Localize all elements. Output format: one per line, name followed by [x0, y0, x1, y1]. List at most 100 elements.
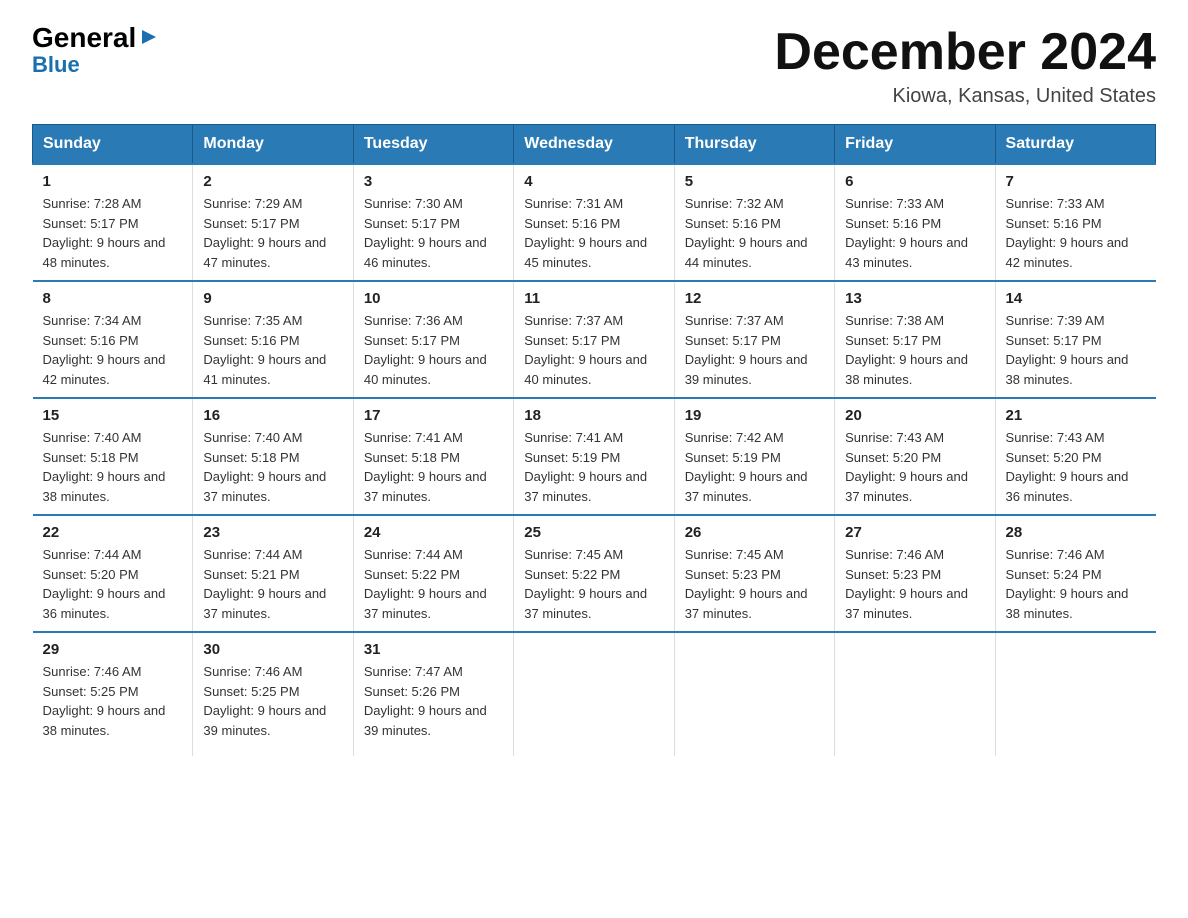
calendar-cell: 14 Sunrise: 7:39 AM Sunset: 5:17 PM Dayl…: [995, 281, 1155, 398]
calendar-cell: 29 Sunrise: 7:46 AM Sunset: 5:25 PM Dayl…: [33, 632, 193, 756]
day-info: Sunrise: 7:40 AM Sunset: 5:18 PM Dayligh…: [43, 428, 183, 506]
day-info: Sunrise: 7:33 AM Sunset: 5:16 PM Dayligh…: [845, 194, 984, 272]
day-info: Sunrise: 7:28 AM Sunset: 5:17 PM Dayligh…: [43, 194, 183, 272]
header-friday: Friday: [835, 125, 995, 165]
calendar-cell: 16 Sunrise: 7:40 AM Sunset: 5:18 PM Dayl…: [193, 398, 353, 515]
title-section: December 2024 Kiowa, Kansas, United Stat…: [774, 24, 1156, 108]
day-number: 15: [43, 407, 183, 424]
calendar-cell: 21 Sunrise: 7:43 AM Sunset: 5:20 PM Dayl…: [995, 398, 1155, 515]
day-number: 5: [685, 173, 824, 190]
day-info: Sunrise: 7:34 AM Sunset: 5:16 PM Dayligh…: [43, 311, 183, 389]
calendar-cell: 26 Sunrise: 7:45 AM Sunset: 5:23 PM Dayl…: [674, 515, 834, 632]
day-info: Sunrise: 7:30 AM Sunset: 5:17 PM Dayligh…: [364, 194, 503, 272]
calendar-cell: 19 Sunrise: 7:42 AM Sunset: 5:19 PM Dayl…: [674, 398, 834, 515]
calendar-body: 1 Sunrise: 7:28 AM Sunset: 5:17 PM Dayli…: [33, 164, 1156, 756]
day-number: 16: [203, 407, 342, 424]
day-info: Sunrise: 7:44 AM Sunset: 5:22 PM Dayligh…: [364, 545, 503, 623]
header-wednesday: Wednesday: [514, 125, 674, 165]
day-number: 18: [524, 407, 663, 424]
day-number: 2: [203, 173, 342, 190]
day-info: Sunrise: 7:45 AM Sunset: 5:23 PM Dayligh…: [685, 545, 824, 623]
calendar-cell: 4 Sunrise: 7:31 AM Sunset: 5:16 PM Dayli…: [514, 164, 674, 281]
day-info: Sunrise: 7:38 AM Sunset: 5:17 PM Dayligh…: [845, 311, 984, 389]
header-thursday: Thursday: [674, 125, 834, 165]
day-number: 19: [685, 407, 824, 424]
calendar-cell: 8 Sunrise: 7:34 AM Sunset: 5:16 PM Dayli…: [33, 281, 193, 398]
calendar-cell: [995, 632, 1155, 756]
calendar-cell: 11 Sunrise: 7:37 AM Sunset: 5:17 PM Dayl…: [514, 281, 674, 398]
calendar-cell: 30 Sunrise: 7:46 AM Sunset: 5:25 PM Dayl…: [193, 632, 353, 756]
calendar-cell: 22 Sunrise: 7:44 AM Sunset: 5:20 PM Dayl…: [33, 515, 193, 632]
day-number: 28: [1006, 524, 1146, 541]
calendar-cell: 13 Sunrise: 7:38 AM Sunset: 5:17 PM Dayl…: [835, 281, 995, 398]
calendar-cell: 7 Sunrise: 7:33 AM Sunset: 5:16 PM Dayli…: [995, 164, 1155, 281]
calendar-week-4: 22 Sunrise: 7:44 AM Sunset: 5:20 PM Dayl…: [33, 515, 1156, 632]
calendar-cell: 18 Sunrise: 7:41 AM Sunset: 5:19 PM Dayl…: [514, 398, 674, 515]
day-info: Sunrise: 7:39 AM Sunset: 5:17 PM Dayligh…: [1006, 311, 1146, 389]
day-info: Sunrise: 7:45 AM Sunset: 5:22 PM Dayligh…: [524, 545, 663, 623]
calendar-title: December 2024: [774, 24, 1156, 81]
day-number: 7: [1006, 173, 1146, 190]
day-info: Sunrise: 7:46 AM Sunset: 5:25 PM Dayligh…: [43, 662, 183, 740]
day-number: 25: [524, 524, 663, 541]
calendar-week-2: 8 Sunrise: 7:34 AM Sunset: 5:16 PM Dayli…: [33, 281, 1156, 398]
calendar-cell: [514, 632, 674, 756]
day-number: 17: [364, 407, 503, 424]
day-number: 29: [43, 641, 183, 658]
header-row: Sunday Monday Tuesday Wednesday Thursday…: [33, 125, 1156, 165]
day-number: 12: [685, 290, 824, 307]
day-info: Sunrise: 7:47 AM Sunset: 5:26 PM Dayligh…: [364, 662, 503, 740]
day-number: 8: [43, 290, 183, 307]
header-monday: Monday: [193, 125, 353, 165]
day-info: Sunrise: 7:31 AM Sunset: 5:16 PM Dayligh…: [524, 194, 663, 272]
day-number: 9: [203, 290, 342, 307]
day-number: 23: [203, 524, 342, 541]
day-info: Sunrise: 7:41 AM Sunset: 5:19 PM Dayligh…: [524, 428, 663, 506]
calendar-cell: 17 Sunrise: 7:41 AM Sunset: 5:18 PM Dayl…: [353, 398, 513, 515]
day-info: Sunrise: 7:37 AM Sunset: 5:17 PM Dayligh…: [524, 311, 663, 389]
header-sunday: Sunday: [33, 125, 193, 165]
calendar-cell: 9 Sunrise: 7:35 AM Sunset: 5:16 PM Dayli…: [193, 281, 353, 398]
day-number: 4: [524, 173, 663, 190]
calendar-cell: 5 Sunrise: 7:32 AM Sunset: 5:16 PM Dayli…: [674, 164, 834, 281]
calendar-week-3: 15 Sunrise: 7:40 AM Sunset: 5:18 PM Dayl…: [33, 398, 1156, 515]
logo-text-blue: Blue: [32, 52, 80, 78]
logo-arrow-icon: [138, 26, 160, 48]
logo: General Blue: [32, 24, 160, 78]
day-info: Sunrise: 7:42 AM Sunset: 5:19 PM Dayligh…: [685, 428, 824, 506]
day-info: Sunrise: 7:46 AM Sunset: 5:23 PM Dayligh…: [845, 545, 984, 623]
day-info: Sunrise: 7:33 AM Sunset: 5:16 PM Dayligh…: [1006, 194, 1146, 272]
day-number: 27: [845, 524, 984, 541]
calendar-cell: 15 Sunrise: 7:40 AM Sunset: 5:18 PM Dayl…: [33, 398, 193, 515]
header-tuesday: Tuesday: [353, 125, 513, 165]
day-number: 22: [43, 524, 183, 541]
day-number: 24: [364, 524, 503, 541]
calendar-cell: 1 Sunrise: 7:28 AM Sunset: 5:17 PM Dayli…: [33, 164, 193, 281]
day-info: Sunrise: 7:29 AM Sunset: 5:17 PM Dayligh…: [203, 194, 342, 272]
day-info: Sunrise: 7:35 AM Sunset: 5:16 PM Dayligh…: [203, 311, 342, 389]
day-number: 11: [524, 290, 663, 307]
day-info: Sunrise: 7:41 AM Sunset: 5:18 PM Dayligh…: [364, 428, 503, 506]
day-number: 21: [1006, 407, 1146, 424]
page-header: General Blue December 2024 Kiowa, Kansas…: [32, 24, 1156, 108]
day-number: 1: [43, 173, 183, 190]
calendar-cell: 20 Sunrise: 7:43 AM Sunset: 5:20 PM Dayl…: [835, 398, 995, 515]
calendar-cell: 12 Sunrise: 7:37 AM Sunset: 5:17 PM Dayl…: [674, 281, 834, 398]
calendar-cell: 3 Sunrise: 7:30 AM Sunset: 5:17 PM Dayli…: [353, 164, 513, 281]
day-number: 26: [685, 524, 824, 541]
day-number: 13: [845, 290, 984, 307]
day-info: Sunrise: 7:32 AM Sunset: 5:16 PM Dayligh…: [685, 194, 824, 272]
day-info: Sunrise: 7:44 AM Sunset: 5:20 PM Dayligh…: [43, 545, 183, 623]
day-number: 3: [364, 173, 503, 190]
day-info: Sunrise: 7:46 AM Sunset: 5:24 PM Dayligh…: [1006, 545, 1146, 623]
day-number: 10: [364, 290, 503, 307]
day-info: Sunrise: 7:44 AM Sunset: 5:21 PM Dayligh…: [203, 545, 342, 623]
day-info: Sunrise: 7:40 AM Sunset: 5:18 PM Dayligh…: [203, 428, 342, 506]
day-number: 20: [845, 407, 984, 424]
calendar-header: Sunday Monday Tuesday Wednesday Thursday…: [33, 125, 1156, 165]
calendar-cell: 27 Sunrise: 7:46 AM Sunset: 5:23 PM Dayl…: [835, 515, 995, 632]
calendar-week-1: 1 Sunrise: 7:28 AM Sunset: 5:17 PM Dayli…: [33, 164, 1156, 281]
calendar-cell: 24 Sunrise: 7:44 AM Sunset: 5:22 PM Dayl…: [353, 515, 513, 632]
calendar-cell: 28 Sunrise: 7:46 AM Sunset: 5:24 PM Dayl…: [995, 515, 1155, 632]
day-number: 14: [1006, 290, 1146, 307]
